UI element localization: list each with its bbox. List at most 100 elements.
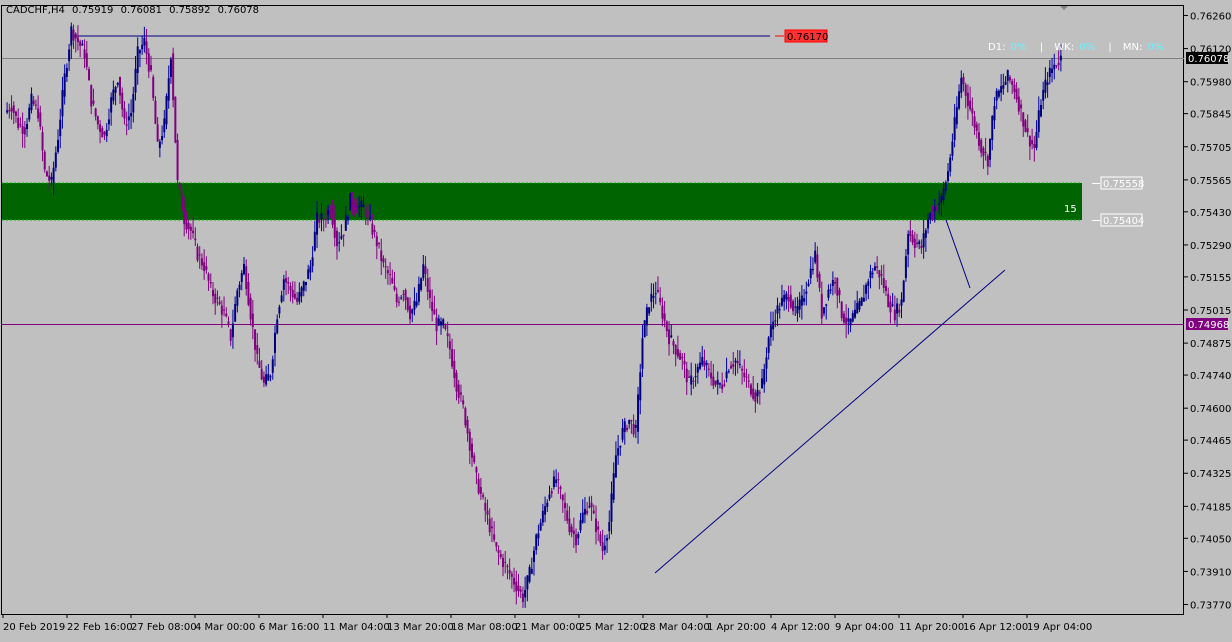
- candle-body: [603, 545, 606, 551]
- candle-body: [147, 53, 150, 72]
- candle-body: [282, 279, 285, 290]
- candle-body: [741, 368, 744, 371]
- candle-body: [318, 218, 321, 223]
- candle-body: [652, 295, 655, 298]
- trendline[interactable]: [654, 269, 1006, 574]
- candle-body: [537, 533, 540, 539]
- candle-body: [827, 289, 830, 298]
- candle-body: [231, 323, 234, 338]
- price-tick-label: 0.73770: [1190, 601, 1231, 612]
- candle-body: [610, 493, 613, 522]
- candle-body: [1002, 85, 1005, 89]
- candle-body: [154, 100, 157, 124]
- candle-body: [428, 289, 431, 299]
- price-tick-label: 0.76260: [1190, 11, 1231, 22]
- candle-body: [510, 573, 513, 577]
- candle-body: [743, 372, 746, 378]
- candle-body: [119, 76, 122, 96]
- price-tick-label: 0.75845: [1190, 110, 1231, 121]
- candle-body: [533, 550, 535, 562]
- candle-body: [727, 371, 730, 373]
- candle-body: [645, 307, 648, 326]
- candle-body: [342, 234, 345, 236]
- candle-body: [353, 202, 356, 211]
- candle-body: [134, 68, 137, 93]
- candle-body: [980, 140, 983, 153]
- candle-body: [1000, 86, 1003, 93]
- candle-body: [953, 117, 956, 141]
- candle-body: [72, 29, 75, 41]
- candle-body: [52, 167, 55, 184]
- candle-body: [668, 329, 671, 345]
- candle-body: [211, 289, 214, 297]
- candle-body: [218, 301, 221, 305]
- candle-body: [955, 107, 958, 125]
- candle-body: [462, 400, 465, 405]
- price-zone[interactable]: [2, 183, 1082, 220]
- candle-body: [373, 229, 376, 233]
- time-scale[interactable]: 20 Feb 2019 22 Feb 16:0027 Feb 08:004 Mar…: [2, 614, 1092, 633]
- candle-body: [355, 204, 358, 213]
- candle-body: [384, 266, 387, 268]
- candle-body: [413, 300, 416, 310]
- candle-body: [497, 550, 500, 553]
- candle-body: [1015, 88, 1018, 100]
- candle-body: [271, 359, 274, 373]
- candle-body: [254, 329, 257, 350]
- candle-body: [907, 233, 910, 255]
- candle-body: [420, 278, 423, 290]
- chart-shift-marker[interactable]: [1060, 6, 1068, 10]
- candle-body: [809, 268, 812, 279]
- candle-body: [291, 289, 294, 298]
- candle-body: [327, 209, 330, 215]
- candle-body: [1020, 104, 1023, 109]
- candle-body: [761, 378, 764, 389]
- candle-body: [486, 510, 489, 515]
- candle-body: [404, 289, 407, 301]
- time-tick-label: 6 Mar 16:00: [259, 622, 319, 633]
- price-chart[interactable]: 15 0.76170 0.75558 0.75404 0.762600.7612…: [0, 0, 1232, 642]
- candle-body: [216, 297, 219, 299]
- candle-body: [300, 287, 303, 297]
- candle-body: [909, 230, 912, 236]
- candle-body: [579, 520, 582, 531]
- time-tick-label: 9 Apr 04:00: [835, 622, 894, 633]
- candle-body: [882, 278, 885, 288]
- candle-body: [406, 297, 409, 311]
- candle-body: [940, 195, 943, 203]
- candle-body: [831, 280, 834, 286]
- candle-body: [991, 115, 994, 141]
- wk-label: WK:: [1054, 42, 1075, 53]
- candle-body: [1051, 68, 1054, 74]
- price-scale[interactable]: 0.762600.761200.759800.758450.757050.755…: [1184, 11, 1231, 612]
- candle-body: [351, 199, 354, 207]
- candle-body: [792, 300, 795, 312]
- candle-body: [581, 512, 584, 523]
- candle-body: [825, 304, 828, 306]
- chart-window[interactable]: 15 0.76170 0.75558 0.75404 0.76260 0.7612…: [0, 0, 1232, 642]
- candle-body: [152, 76, 155, 99]
- short-trendline[interactable]: [945, 219, 971, 289]
- candle-body: [30, 93, 33, 111]
- candle-body: [508, 569, 511, 574]
- candle-body: [167, 78, 170, 101]
- price-tick-label: 0.75980: [1190, 78, 1231, 89]
- candle-body: [867, 281, 870, 286]
- candle-body: [112, 89, 115, 101]
- candle-body: [798, 299, 801, 310]
- candle-body: [683, 360, 686, 365]
- candle-body: [471, 443, 474, 458]
- candle-body: [161, 135, 164, 141]
- candle-body: [85, 53, 88, 67]
- candle-body: [1044, 79, 1047, 93]
- candle-body: [528, 567, 531, 582]
- candle-body: [836, 278, 839, 296]
- candle-body: [942, 188, 945, 200]
- candle-body: [165, 95, 168, 125]
- candle-body: [608, 522, 611, 532]
- candle-body: [39, 112, 42, 127]
- candle-body: [349, 192, 352, 211]
- candle-body: [391, 278, 394, 284]
- candle-body: [732, 364, 735, 367]
- time-tick-label: 1 Apr 20:00: [707, 622, 766, 633]
